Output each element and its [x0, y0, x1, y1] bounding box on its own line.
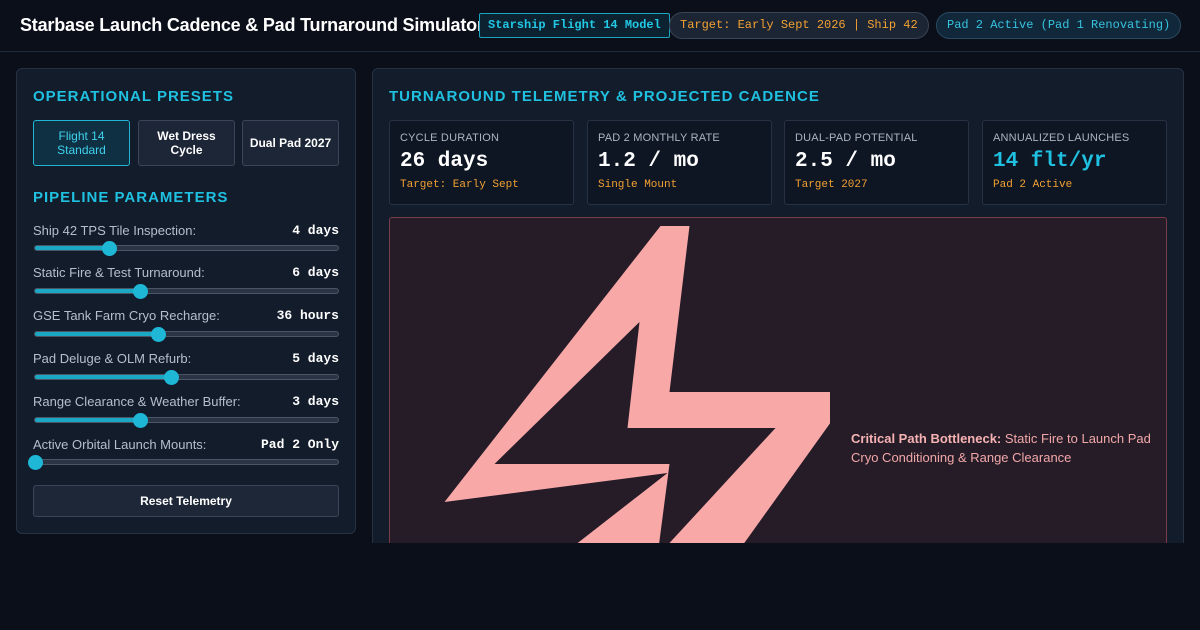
stat-label: CYCLE DURATION [400, 132, 500, 144]
deluge-refurb-label: Pad Deluge & OLM Refurb: [33, 351, 192, 366]
slider-fill [35, 289, 140, 293]
alert-message: Critical Path Bottleneck: Static Fire to… [851, 429, 1157, 467]
stat-subtext: Target: Early Sept [400, 179, 519, 191]
deluge-refurb-value: 5 days [292, 351, 339, 366]
cryo-recharge-value: 36 hours [276, 308, 339, 323]
telemetry-title: TURNAROUND TELEMETRY & PROJECTED CADENCE [389, 88, 820, 105]
static-fire-label: Static Fire & Test Turnaround: [33, 265, 205, 280]
cryo-recharge-slider[interactable] [34, 327, 339, 342]
stat-value: 26 days [400, 150, 489, 173]
stat-card-annualized: ANNUALIZED LAUNCHES 14 flt/yr Pad 2 Acti… [982, 120, 1167, 205]
slider-thumb[interactable] [28, 455, 43, 470]
slider-fill [35, 332, 158, 336]
pipeline-title: PIPELINE PARAMETERS [33, 189, 229, 206]
preset-flight14-button[interactable]: Flight 14 Standard [33, 120, 130, 166]
launch-mounts-slider[interactable] [28, 455, 339, 470]
lightning-bolt-icon [444, 226, 830, 546]
tps-inspection-value: 4 days [292, 223, 339, 238]
slider-thumb[interactable] [102, 241, 118, 256]
slider-thumb[interactable] [164, 370, 180, 385]
app-header: Starbase Launch Cadence & Pad Turnaround… [0, 0, 1200, 52]
stat-subtext: Single Mount [598, 179, 678, 191]
cryo-recharge-label: GSE Tank Farm Cryo Recharge: [33, 308, 220, 323]
presets-title: OPERATIONAL PRESETS [33, 88, 234, 105]
stat-subtext: Target 2027 [795, 179, 868, 191]
stat-card-dual-pad: DUAL-PAD POTENTIAL 2.5 / mo Target 2027 [784, 120, 969, 205]
launch-mounts-value: Pad 2 Only [260, 437, 339, 452]
range-clearance-slider[interactable] [34, 413, 339, 428]
stat-label: ANNUALIZED LAUNCHES [993, 132, 1130, 144]
app-title: Starbase Launch Cadence & Pad Turnaround… [20, 15, 484, 35]
slider-fill [35, 375, 172, 379]
control-panel: OPERATIONAL PRESETS Flight 14 Standard W… [16, 68, 356, 534]
bottleneck-alert: Critical Path Bottleneck: Static Fire to… [389, 217, 1167, 547]
stat-label: PAD 2 MONTHLY RATE [598, 132, 720, 144]
stat-value: 2.5 / mo [795, 150, 896, 173]
reset-telemetry-button[interactable]: Reset Telemetry [33, 485, 339, 517]
alert-heading: Critical Path Bottleneck: [851, 431, 1002, 446]
stat-label: DUAL-PAD POTENTIAL [795, 132, 918, 144]
slider-thumb[interactable] [132, 413, 148, 428]
slider-thumb[interactable] [150, 327, 166, 342]
tps-inspection-label: Ship 42 TPS Tile Inspection: [33, 223, 197, 238]
slider-fill [35, 418, 140, 422]
slider-thumb[interactable] [132, 284, 148, 299]
stat-card-cycle-duration: CYCLE DURATION 26 days Target: Early Sep… [389, 120, 574, 205]
range-clearance-label: Range Clearance & Weather Buffer: [33, 394, 241, 409]
pad-status-pill: Pad 2 Active (Pad 1 Renovating) [936, 12, 1182, 39]
static-fire-slider[interactable] [34, 284, 339, 299]
preset-wet-dress-button[interactable]: Wet Dress Cycle [138, 120, 235, 166]
slider-fill [35, 246, 110, 250]
stat-value: 1.2 / mo [598, 150, 699, 173]
deluge-refurb-slider[interactable] [34, 370, 339, 385]
model-tag: Starship Flight 14 Model [479, 13, 670, 38]
telemetry-panel: TURNAROUND TELEMETRY & PROJECTED CADENCE… [372, 68, 1184, 558]
stat-value: 14 flt/yr [993, 150, 1107, 173]
target-pill: Target: Early Sept 2026 | Ship 42 [669, 12, 929, 39]
stat-subtext: Pad 2 Active [993, 179, 1073, 191]
stat-card-monthly-rate: PAD 2 MONTHLY RATE 1.2 / mo Single Mount [587, 120, 772, 205]
preset-dual-pad-button[interactable]: Dual Pad 2027 [242, 120, 339, 166]
range-clearance-value: 3 days [292, 394, 339, 409]
tps-inspection-slider[interactable] [34, 241, 339, 256]
viewport-bottom-band [0, 543, 1200, 630]
launch-mounts-label: Active Orbital Launch Mounts: [33, 437, 207, 452]
static-fire-value: 6 days [292, 265, 339, 280]
